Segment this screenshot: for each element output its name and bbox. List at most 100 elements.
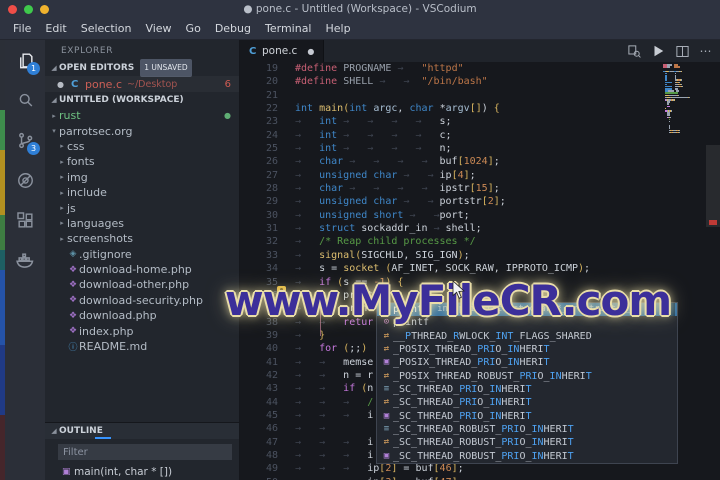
suggest-item-_sc_thread_prio_inherit[interactable]: ≡ _SC_THREAD_PRIO_INHERIT: [377, 383, 677, 396]
run-code-icon[interactable]: [648, 41, 668, 61]
tree-item-download-security-php[interactable]: ❖ download-security.php: [45, 293, 239, 308]
tree-item-rust[interactable]: ▸ rust ●: [45, 108, 239, 123]
debug-disabled-icon[interactable]: [5, 160, 45, 200]
code-line-19[interactable]: 19 #define PROGNAME → "httpd": [240, 62, 720, 75]
line-number: 43: [265, 383, 278, 395]
workspace-header[interactable]: ◢ UNTITLED (WORKSPACE): [45, 92, 239, 108]
code-line-34[interactable]: 34 → s = socket (AF_INET, SOCK_RAW, IPPRO…: [240, 262, 720, 275]
suggest-item-_sc_thread_prio_inherit[interactable]: ▣ _SC_THREAD_PRIO_INHERIT: [377, 410, 677, 423]
autocomplete-popup: ⊙ printf int printf(const char *__restrict…: [376, 302, 678, 465]
extensions-icon[interactable]: [5, 200, 45, 240]
code-line-20[interactable]: 20 #define SHELL → → "/bin/bash": [240, 75, 720, 88]
line-number: 41: [265, 356, 278, 368]
source-control-icon[interactable]: 3: [5, 120, 45, 160]
chevron-right-icon: ▸: [60, 204, 64, 213]
suggest-item-_sc_thread_robust_prio_inherit[interactable]: ≡ _SC_THREAD_ROBUST_PRIO_INHERIT: [377, 423, 677, 436]
suggest-item-_sc_thread_robust_prio_inherit[interactable]: ⇄ _SC_THREAD_ROBUST_PRIO_INHERIT: [377, 436, 677, 449]
open-editor-filepath: ~/Desktop: [127, 78, 178, 90]
activity-bar: 1 3: [5, 40, 45, 480]
suggest-item-printf[interactable]: ⊙ printf: [377, 316, 677, 329]
code-line-21[interactable]: 21: [240, 89, 720, 102]
outline-header[interactable]: ◢ OUTLINE: [45, 423, 239, 439]
line-number: 45: [265, 409, 278, 421]
suggest-scrollbar-thumb[interactable]: [664, 303, 675, 316]
tree-item-index-php[interactable]: ❖ index.php: [45, 323, 239, 338]
suggest-item-_posix_thread_robust_prio_inhe[interactable]: ⇄ _POSIX_THREAD_ROBUST_PRIO_INHERIT: [377, 370, 677, 383]
tree-item-fonts[interactable]: ▸ fonts: [45, 154, 239, 169]
lightbulb-icon[interactable]: [277, 286, 286, 295]
menu-item-view[interactable]: View: [138, 22, 178, 35]
code-line-35[interactable]: 35 → if (s == -1) {: [240, 276, 720, 289]
line-number: 32: [265, 236, 278, 248]
chevron-right-icon: ▸: [60, 157, 64, 166]
code-line-24[interactable]: 24 → int → → → → c;: [240, 129, 720, 142]
scrollbar-thumb[interactable]: [706, 145, 720, 227]
tab-pone-c[interactable]: C pone.c ●: [240, 40, 325, 62]
twisty-down-icon: ◢: [51, 64, 57, 72]
line-number: 34: [265, 263, 278, 275]
c-file-icon: C: [249, 45, 257, 57]
docker-icon[interactable]: [5, 240, 45, 280]
file-tree: ▸ rust ● ▾ parrotsec.org ▸ css ▸ fonts ▸ img ▸ inclu…: [45, 108, 239, 354]
code-line-36[interactable]: 36 → → print: [240, 289, 720, 302]
code-editor[interactable]: 19 #define PROGNAME → "httpd" 20 #define SH…: [240, 62, 720, 480]
tree-item-parrotsec-org[interactable]: ▾ parrotsec.org: [45, 123, 239, 138]
explorer-icon[interactable]: 1: [5, 40, 45, 80]
outline-filter-input[interactable]: [58, 444, 232, 460]
menu-item-edit[interactable]: Edit: [38, 22, 73, 35]
title-bar: ● pone.c - Untitled (Workspace) - VSCodi…: [0, 0, 720, 18]
code-line-50[interactable]: 50→ → → ip[3] = buf[47];: [240, 476, 720, 480]
code-line-27[interactable]: 27 → unsigned char → → ip[4];: [240, 169, 720, 182]
suggest-item-_sc_thread_prio_inherit[interactable]: ⇄ _SC_THREAD_PRIO_INHERIT: [377, 396, 677, 409]
menu-item-debug[interactable]: Debug: [208, 22, 258, 35]
tree-item-download-php[interactable]: ❖ download.php: [45, 308, 239, 323]
line-number: 42: [265, 369, 278, 381]
tree-item-css[interactable]: ▸ css: [45, 139, 239, 154]
menu-item-help[interactable]: Help: [319, 22, 358, 35]
tree-item-img[interactable]: ▸ img: [45, 170, 239, 185]
value-icon: ▣: [383, 357, 390, 368]
unsaved-badge: 1 UNSAVED: [140, 59, 192, 77]
code-line-30[interactable]: 30 → unsigned short → →port;: [240, 209, 720, 222]
tree-item--gitignore[interactable]: ◈ .gitignore: [45, 247, 239, 262]
code-line-31[interactable]: 31 → struct sockaddr_in → shell;: [240, 222, 720, 235]
menu-item-selection[interactable]: Selection: [74, 22, 139, 35]
tree-item-readme-md[interactable]: ⓘ README.md: [45, 339, 239, 354]
code-line-26[interactable]: 26 → char → → → → buf[1024];: [240, 155, 720, 168]
code-line-33[interactable]: 33 → signal(SIGCHLD, SIG_IGN);: [240, 249, 720, 262]
c-file-icon: C: [71, 78, 79, 90]
tree-item-download-other-php[interactable]: ❖ download-other.php: [45, 277, 239, 292]
line-number: 46: [265, 423, 278, 435]
suggest-item-printf[interactable]: ⊙ printf int printf(const char *__restrict…: [377, 303, 677, 317]
tree-item-languages[interactable]: ▸ languages: [45, 216, 239, 231]
suggest-item-__pthread_rwlock_int_flags_sha[interactable]: ⇄ __PTHREAD_RWLOCK_INT_FLAGS_SHARED: [377, 330, 677, 343]
split-editor-icon[interactable]: [672, 41, 692, 61]
menu-item-go[interactable]: Go: [179, 22, 208, 35]
outline-symbol-main[interactable]: ▣ main(int, char * []): [45, 464, 239, 480]
code-line-29[interactable]: 29 → unsigned char → → portstr[2];: [240, 195, 720, 208]
menu-item-terminal[interactable]: Terminal: [258, 22, 319, 35]
code-line-22[interactable]: 22 int main(int argc, char *argv[]) {: [240, 102, 720, 115]
suggest-item-_posix_thread_prio_inherit[interactable]: ▣ _POSIX_THREAD_PRIO_INHERIT: [377, 356, 677, 369]
menu-item-file[interactable]: File: [6, 22, 38, 35]
open-editors-header[interactable]: ◢ OPEN EDITORS 1 UNSAVED: [45, 59, 239, 77]
search-icon[interactable]: [5, 80, 45, 120]
tree-item-include[interactable]: ▸ include: [45, 185, 239, 200]
code-line-25[interactable]: 25 → int → → → → n;: [240, 142, 720, 155]
tab-dirty-dot-icon[interactable]: ●: [307, 47, 314, 56]
code-line-49[interactable]: 49 → → → ip[2] = buf[46];: [240, 462, 720, 475]
tree-item-screenshots[interactable]: ▸ screenshots: [45, 231, 239, 246]
suggest-item-_sc_thread_robust_prio_inherit[interactable]: ▣ _SC_THREAD_ROBUST_PRIO_INHERIT: [377, 450, 677, 463]
code-line-32[interactable]: 32 → /* Reap child processes */: [240, 235, 720, 248]
tree-item-js[interactable]: ▸ js: [45, 200, 239, 215]
minimap[interactable]: [663, 64, 690, 134]
more-actions-icon[interactable]: ⋯: [696, 41, 716, 61]
error-marker: [709, 220, 717, 225]
tree-item-download-home-php[interactable]: ❖ download-home.php: [45, 262, 239, 277]
code-line-23[interactable]: 23 → int → → → → s;: [240, 115, 720, 128]
code-line-28[interactable]: 28 → char → → → → ipstr[15];: [240, 182, 720, 195]
search-file-icon[interactable]: [624, 41, 644, 61]
open-editor-pone-c[interactable]: ● C pone.c ~/Desktop 6: [45, 76, 239, 92]
chevron-right-icon: ▸: [60, 188, 64, 197]
suggest-item-_posix_thread_prio_inherit[interactable]: ⇄ _POSIX_THREAD_PRIO_INHERIT: [377, 343, 677, 356]
